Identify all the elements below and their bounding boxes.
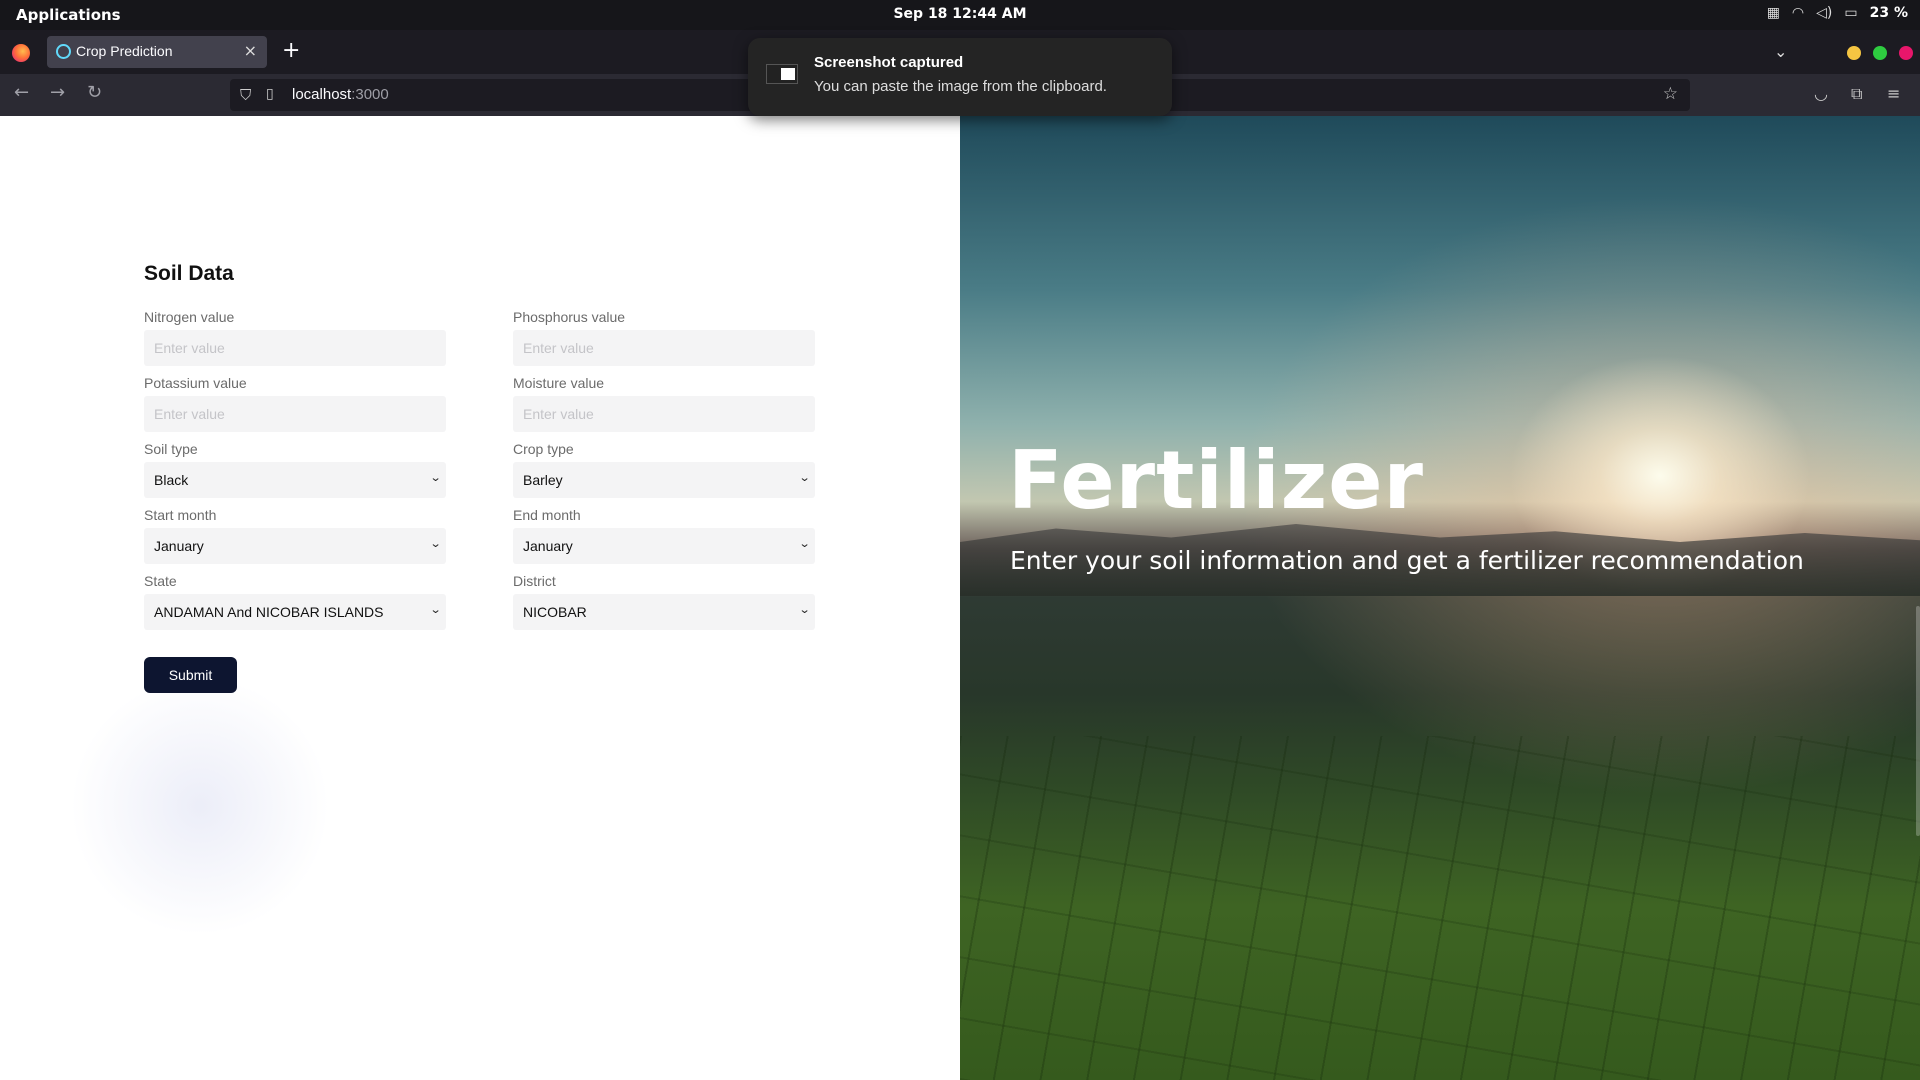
- hero-panel: Fertilizer Enter your soil information a…: [960, 116, 1920, 1080]
- district-select[interactable]: NICOBAR ⌄: [513, 594, 815, 630]
- notification-title: Screenshot captured: [814, 54, 964, 71]
- system-tray: ▦ ◠ ◁) ▭ 23 %: [1767, 5, 1908, 21]
- state-value: ANDAMAN And NICOBAR ISLANDS: [154, 604, 384, 620]
- end-month-label: End month: [513, 507, 581, 523]
- page-scrollbar[interactable]: [1916, 606, 1920, 836]
- close-tab-icon[interactable]: ×: [244, 41, 257, 60]
- soil-type-select[interactable]: Black ⌄: [144, 462, 446, 498]
- page-info-icon[interactable]: ▯: [266, 86, 274, 102]
- start-month-select[interactable]: January ⌄: [144, 528, 446, 564]
- start-month-value: January: [154, 538, 204, 554]
- soil-type-value: Black: [154, 472, 189, 488]
- wifi-icon[interactable]: ◠: [1792, 5, 1804, 21]
- form-title: Soil Data: [144, 262, 234, 285]
- battery-icon[interactable]: ▭: [1844, 5, 1857, 21]
- end-month-value: January: [523, 538, 573, 554]
- maximize-window-button[interactable]: [1873, 46, 1887, 60]
- crop-type-select[interactable]: Barley ⌄: [513, 462, 815, 498]
- state-label: State: [144, 573, 177, 589]
- soil-type-field: Soil type Black ⌄: [144, 440, 446, 498]
- state-field: State ANDAMAN And NICOBAR ISLANDS ⌄: [144, 572, 446, 630]
- chevron-down-icon: ⌄: [798, 604, 811, 616]
- reload-icon[interactable]: ↻: [87, 82, 102, 103]
- district-field: District NICOBAR ⌄: [513, 572, 815, 630]
- tracking-protection-shield-icon[interactable]: ⛉: [240, 86, 251, 104]
- pocket-icon[interactable]: ◡: [1814, 84, 1828, 103]
- screenshot-thumbnail: [766, 64, 798, 84]
- date-time[interactable]: Sep 18 12:44 AM: [0, 6, 1920, 22]
- phosphorus-field: Phosphorus value: [513, 308, 815, 366]
- hero-subtitle: Enter your soil information and get a fe…: [1010, 546, 1804, 575]
- hamburger-menu-icon[interactable]: ≡: [1887, 84, 1900, 103]
- screenshot-notification[interactable]: Screenshot captured You can paste the im…: [748, 38, 1172, 116]
- phosphorus-label: Phosphorus value: [513, 309, 626, 325]
- chevron-down-icon: ⌄: [429, 472, 442, 484]
- soil-type-label: Soil type: [144, 441, 198, 457]
- end-month-field: End month January ⌄: [513, 506, 815, 564]
- page-content: Soil Data Nitrogen value Phosphorus valu…: [0, 116, 1920, 1080]
- phosphorus-input[interactable]: [513, 330, 815, 366]
- submit-button[interactable]: Submit: [144, 657, 237, 693]
- nitrogen-field: Nitrogen value: [144, 308, 446, 366]
- volume-icon[interactable]: ◁): [1816, 5, 1832, 21]
- district-value: NICOBAR: [523, 604, 587, 620]
- tab-title: Crop Prediction: [76, 43, 173, 59]
- close-window-button[interactable]: [1899, 46, 1913, 60]
- crop-type-field: Crop type Barley ⌄: [513, 440, 815, 498]
- notification-body: You can paste the image from the clipboa…: [814, 78, 1107, 95]
- crop-type-value: Barley: [523, 472, 563, 488]
- firefox-icon[interactable]: [12, 44, 30, 62]
- start-month-label: Start month: [144, 507, 217, 523]
- battery-percentage: 23 %: [1869, 5, 1908, 21]
- end-month-select[interactable]: January ⌄: [513, 528, 815, 564]
- soil-form-panel: Soil Data Nitrogen value Phosphorus valu…: [0, 116, 960, 1080]
- state-select[interactable]: ANDAMAN And NICOBAR ISLANDS ⌄: [144, 594, 446, 630]
- system-top-bar: Applications Sep 18 12:44 AM ▦ ◠ ◁) ▭ 23…: [0, 0, 1920, 30]
- district-label: District: [513, 573, 556, 589]
- workspace-icon[interactable]: ▦: [1767, 5, 1780, 21]
- potassium-label: Potassium value: [144, 375, 247, 391]
- potassium-field: Potassium value: [144, 374, 446, 432]
- forward-icon[interactable]: →: [50, 82, 65, 103]
- new-tab-button[interactable]: +: [282, 40, 300, 62]
- hero-title: Fertilizer: [1008, 434, 1424, 527]
- potassium-input[interactable]: [144, 396, 446, 432]
- start-month-field: Start month January ⌄: [144, 506, 446, 564]
- nitrogen-label: Nitrogen value: [144, 309, 235, 325]
- chevron-down-icon: ⌄: [798, 538, 811, 550]
- crop-type-label: Crop type: [513, 441, 574, 457]
- moisture-label: Moisture value: [513, 375, 605, 391]
- decorative-glow: [70, 676, 330, 936]
- extensions-icon[interactable]: ⧉: [1851, 84, 1862, 104]
- minimize-window-button[interactable]: [1847, 46, 1861, 60]
- chevron-down-icon: ⌄: [429, 604, 442, 616]
- back-icon[interactable]: ←: [14, 82, 29, 103]
- hero-crop-field: [960, 736, 1920, 1080]
- bookmark-star-icon[interactable]: ☆: [1663, 84, 1678, 104]
- nitrogen-input[interactable]: [144, 330, 446, 366]
- url-text[interactable]: localhost:3000: [292, 86, 389, 103]
- react-icon: [56, 44, 71, 59]
- chevron-down-icon: ⌄: [798, 472, 811, 484]
- moisture-field: Moisture value: [513, 374, 815, 432]
- chevron-down-icon: ⌄: [429, 538, 442, 550]
- moisture-input[interactable]: [513, 396, 815, 432]
- list-all-tabs-chevron-icon[interactable]: ⌄: [1774, 42, 1787, 61]
- tab-crop-prediction[interactable]: Crop Prediction ×: [47, 36, 267, 68]
